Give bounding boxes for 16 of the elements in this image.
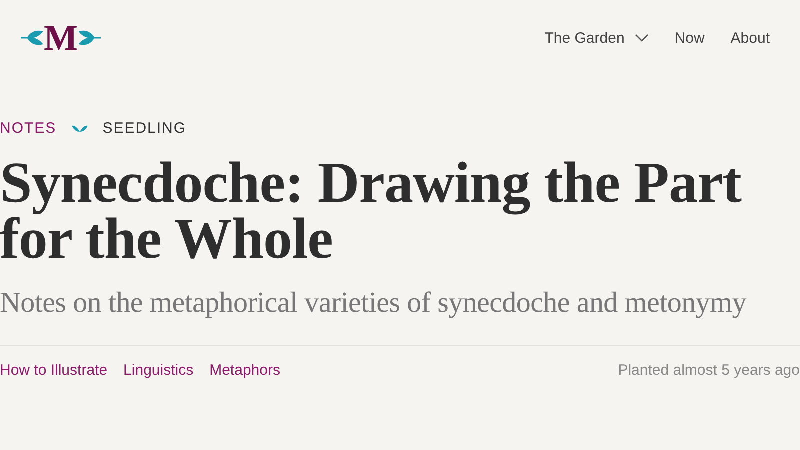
logo-letter[interactable]: M <box>44 20 78 56</box>
growth-stage-label: SEEDLING <box>102 120 187 137</box>
category-label: NOTES <box>0 120 57 137</box>
chevron-down-icon <box>634 34 649 42</box>
topic-link[interactable]: Metaphors <box>210 362 280 379</box>
leaf-icon <box>78 30 101 46</box>
sprout-icon <box>72 124 88 132</box>
leaf-icon <box>21 30 43 46</box>
nav-link[interactable]: The Garden <box>544 30 649 46</box>
nav-link[interactable]: About <box>730 30 770 46</box>
page-subtitle: Notes on the metaphorical varieties of synecdoche and metonymy <box>0 287 748 320</box>
nav-link[interactable]: Now <box>674 30 705 46</box>
page-title: Synecdoche: Drawing the Part for the Whole <box>0 155 743 267</box>
planted-date: Planted almost 5 years ago <box>618 362 800 379</box>
topic-link[interactable]: Linguistics <box>124 362 194 379</box>
topic-link[interactable]: How to Illustrate <box>0 362 108 379</box>
